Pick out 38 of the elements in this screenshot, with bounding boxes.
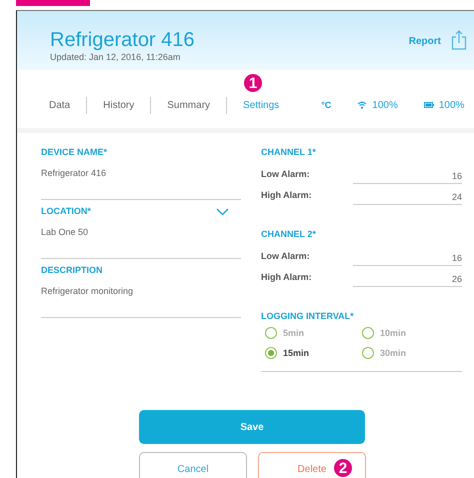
tab[interactable]: Data — [49, 96, 86, 114]
wifi-level: 100% — [372, 100, 398, 110]
battery-icon — [424, 102, 434, 108]
radio-button[interactable] — [265, 347, 277, 359]
radio-button[interactable] — [362, 327, 374, 339]
callout-badge: 2 — [334, 459, 352, 477]
updated-text: Updated: Jan 12, 2016, 11:26am — [50, 52, 182, 62]
field-label: DEVICE NAME* — [41, 147, 108, 157]
section-heading: CHANNEL 2* — [261, 228, 317, 239]
alarm-label: Low Alarm: — [261, 169, 311, 181]
tab[interactable]: Summary — [150, 96, 226, 114]
alarm-label: High Alarm: — [261, 190, 313, 202]
alarm-value-field[interactable]: 26 — [353, 274, 462, 287]
section-heading: LOGGING INTERVAL* — [261, 310, 355, 321]
wifi-icon — [357, 101, 368, 109]
alarm-label: High Alarm: — [261, 272, 313, 284]
field-label: DESCRIPTION — [41, 265, 103, 275]
alarm-value-field[interactable]: 24 — [353, 192, 462, 205]
share-icon[interactable] — [451, 30, 467, 50]
device-title: Refrigerator 416 — [50, 29, 196, 51]
temperature-unit: °C — [321, 100, 332, 110]
delete-button[interactable]: Delete 2 — [258, 452, 366, 478]
alarm-value-field[interactable]: 16 — [353, 253, 462, 266]
field-value[interactable]: Refrigerator monitoring — [41, 286, 241, 296]
dropdown-value[interactable]: Lab One 50 — [41, 227, 241, 237]
field-label: LOCATION* — [41, 206, 91, 216]
radio-button[interactable] — [362, 347, 374, 359]
radio-button[interactable] — [265, 327, 277, 339]
section-heading: CHANNEL 1* — [261, 146, 317, 157]
battery-level: 100% — [438, 100, 464, 110]
radio-label[interactable]: 15min — [283, 348, 310, 358]
chevron-down-icon — [216, 208, 229, 216]
callout-badge: 1 — [244, 74, 262, 92]
field-value[interactable]: Refrigerator 416 — [41, 168, 241, 178]
tab[interactable]: History — [86, 96, 150, 114]
tab[interactable]: Settings — [226, 96, 296, 114]
alarm-value-field[interactable]: 16 — [353, 171, 462, 184]
alarm-label: Low Alarm: — [261, 251, 311, 263]
